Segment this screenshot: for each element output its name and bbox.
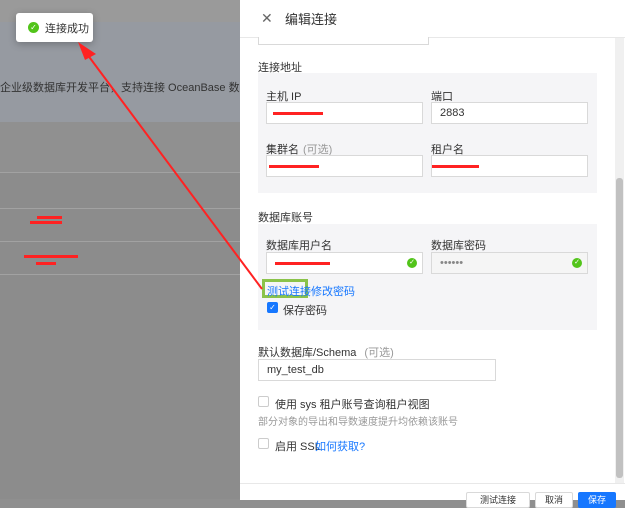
- annotation-arrow: [78, 42, 263, 290]
- arrow-line: [83, 49, 263, 290]
- arrow-head-icon: [78, 42, 96, 60]
